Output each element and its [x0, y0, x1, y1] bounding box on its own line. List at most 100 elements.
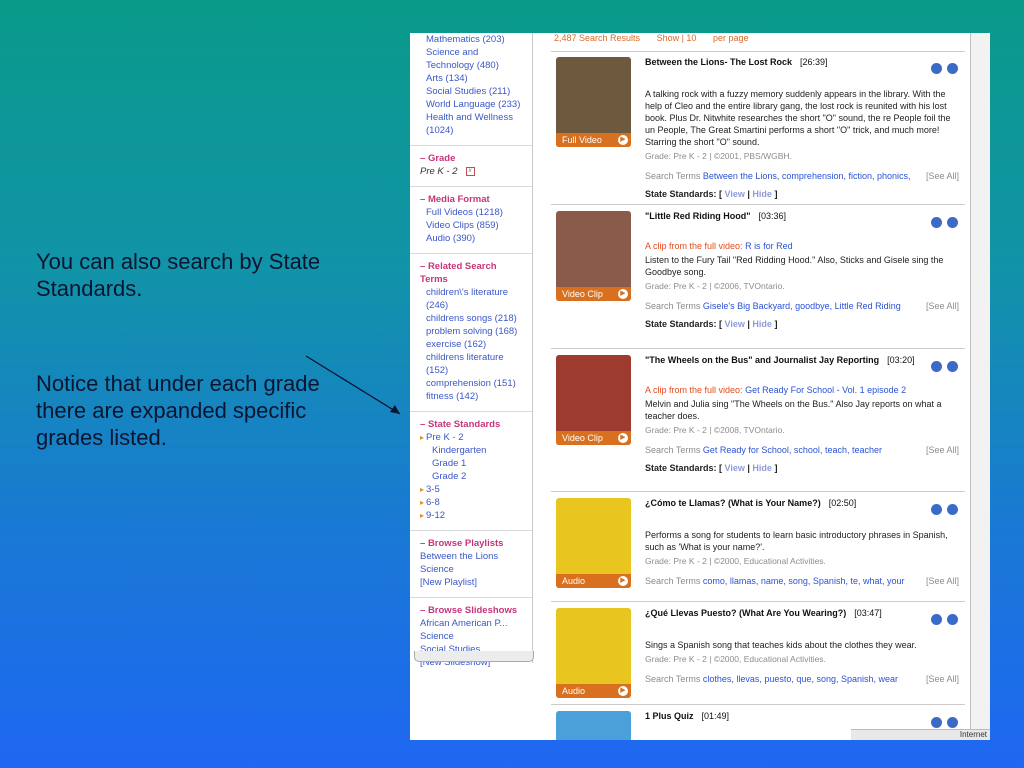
add-to-playlist-icon[interactable]: [931, 361, 942, 372]
result-title[interactable]: ¿Qué Llevas Puesto? (What Are You Wearin…: [645, 607, 959, 619]
result-title[interactable]: "Little Red Riding Hood" [03:36]: [645, 210, 959, 222]
subject-link[interactable]: Health and Wellness (1024): [420, 111, 526, 137]
hide-standards-link[interactable]: Hide: [752, 189, 772, 199]
standard-sub-link[interactable]: Grade 1: [420, 457, 526, 470]
search-terms: Search Terms Get Ready for School, schoo…: [645, 444, 959, 456]
media-section-title[interactable]: – Media Format: [420, 193, 526, 206]
play-icon[interactable]: ▶: [618, 576, 628, 586]
add-to-playlist-icon[interactable]: [931, 217, 942, 228]
view-standards-link[interactable]: View: [725, 319, 745, 329]
result-title[interactable]: Between the Lions- The Lost Rock [26:39]: [645, 56, 959, 68]
play-icon[interactable]: ▶: [618, 686, 628, 696]
result-body: Between the Lions- The Lost Rock [26:39] A…: [645, 56, 959, 200]
triangle-icon: ▸: [420, 433, 425, 442]
view-standards-link[interactable]: View: [725, 189, 745, 199]
add-to-slideshow-icon[interactable]: [947, 217, 958, 228]
standard-link[interactable]: ▸ 9-12: [420, 509, 526, 522]
subject-link[interactable]: Social Studies (211): [420, 85, 526, 98]
result-description: Sings a Spanish song that teaches kids a…: [645, 640, 917, 650]
add-to-playlist-icon[interactable]: [931, 504, 942, 515]
add-to-playlist-icon[interactable]: [931, 717, 942, 728]
related-term-link[interactable]: exercise (162): [420, 338, 526, 351]
result-thumbnail[interactable]: Video Clip ▶: [556, 355, 631, 445]
see-all-link[interactable]: [See All]: [926, 170, 959, 182]
hide-standards-link[interactable]: Hide: [752, 319, 772, 329]
standard-link[interactable]: ▸ 3-5: [420, 483, 526, 496]
result-thumbnail[interactable]: Sing a Sum...▶: [556, 711, 631, 740]
result-thumbnail[interactable]: Video Clip ▶: [556, 211, 631, 301]
subject-link[interactable]: Science and Technology (480): [420, 46, 526, 72]
add-to-slideshow-icon[interactable]: [947, 63, 958, 74]
selected-grade: Pre K - 2x: [420, 165, 526, 178]
see-all-link[interactable]: [See All]: [926, 300, 959, 312]
result-description: A talking rock with a fuzzy memory sudde…: [645, 89, 951, 147]
media-link[interactable]: Video Clips (859): [420, 219, 526, 232]
standard-sub-link[interactable]: Kindergarten: [420, 444, 526, 457]
result-title[interactable]: ¿Cómo te Llamas? (What is Your Name?) [02…: [645, 497, 959, 509]
add-to-slideshow-icon[interactable]: [947, 614, 958, 625]
see-all-link[interactable]: [See All]: [926, 575, 959, 587]
related-term-link[interactable]: comprehension (151): [420, 377, 526, 390]
related-term-link[interactable]: problem solving (168): [420, 325, 526, 338]
standard-sub-link[interactable]: Grade 2: [420, 470, 526, 483]
add-to-playlist-icon[interactable]: [931, 614, 942, 625]
clip-source-link[interactable]: Get Ready For School - Vol. 1 episode 2: [745, 385, 906, 395]
per-page-select[interactable]: Show | 10 per page: [657, 33, 763, 43]
result-thumbnail[interactable]: Audio ▶: [556, 498, 631, 588]
result-description: Performs a song for students to learn ba…: [645, 530, 948, 552]
related-term-link[interactable]: childrens songs (218): [420, 312, 526, 325]
result-title[interactable]: "The Wheels on the Bus" and Journalist J…: [645, 354, 959, 366]
see-all-link[interactable]: [See All]: [926, 444, 959, 456]
result-thumbnail[interactable]: Audio ▶: [556, 608, 631, 698]
playlist-link[interactable]: [New Playlist]: [420, 576, 526, 589]
related-term-link[interactable]: children\'s literature (246): [420, 286, 526, 312]
search-terms-links[interactable]: como, llamas, name, song, Spanish, te, w…: [703, 576, 905, 586]
result-meta: Grade: Pre K - 2 | ©2006, TVOntario.: [645, 281, 785, 291]
playlists-section-title[interactable]: – Browse Playlists: [420, 537, 526, 550]
play-icon[interactable]: ▶: [618, 289, 628, 299]
related-term-link[interactable]: fitness (142): [420, 390, 526, 403]
related-term-link[interactable]: childrens literature (152): [420, 351, 526, 377]
media-link[interactable]: Audio (390): [420, 232, 526, 245]
clip-source-link[interactable]: R is for Red: [745, 241, 793, 251]
grade-section-title[interactable]: – Grade: [420, 152, 526, 165]
subject-link[interactable]: Arts (134): [420, 72, 526, 85]
search-terms-links[interactable]: clothes, llevas, puesto, que, song, Span…: [703, 674, 898, 684]
play-icon[interactable]: ▶: [618, 135, 628, 145]
see-all-link[interactable]: [See All]: [926, 673, 959, 685]
standard-prek-link[interactable]: ▸ Pre K - 2: [420, 431, 526, 444]
result-thumbnail[interactable]: Full Video ▶: [556, 57, 631, 147]
subject-link[interactable]: Mathematics (203): [420, 33, 526, 46]
media-link[interactable]: Full Videos (1218): [420, 206, 526, 219]
scrollbar[interactable]: [970, 33, 990, 740]
play-icon[interactable]: ▶: [618, 433, 628, 443]
result-title[interactable]: 1 Plus Quiz [01:49]: [645, 710, 959, 722]
search-terms-links[interactable]: Between the Lions, comprehension, fictio…: [703, 171, 911, 181]
search-terms: Search Terms clothes, llevas, puesto, qu…: [645, 673, 959, 685]
triangle-icon: ▸: [420, 511, 425, 520]
add-to-slideshow-icon[interactable]: [947, 504, 958, 515]
hide-standards-link[interactable]: Hide: [752, 463, 772, 473]
subject-link[interactable]: World Language (233): [420, 98, 526, 111]
slideshows-section-title[interactable]: – Browse Slideshows: [420, 604, 526, 617]
search-terms-links[interactable]: Gisele's Big Backyard, goodbye, Little R…: [703, 301, 901, 311]
add-to-slideshow-icon[interactable]: [947, 717, 958, 728]
slideshow-link[interactable]: Science: [420, 630, 526, 643]
playlist-link[interactable]: Science: [420, 563, 526, 576]
view-standards-link[interactable]: View: [725, 463, 745, 473]
media-type-badge: Audio ▶: [556, 574, 631, 588]
playlist-link[interactable]: Between the Lions: [420, 550, 526, 563]
add-to-playlist-icon[interactable]: [931, 63, 942, 74]
result-meta: Grade: Pre K - 2 | ©2000, Educational Ac…: [645, 556, 826, 566]
search-terms-links[interactable]: Get Ready for School, school, teach, tea…: [703, 445, 882, 455]
standard-link[interactable]: ▸ 6-8: [420, 496, 526, 509]
standards-section-title[interactable]: – State Standards: [420, 418, 526, 431]
slideshow-link[interactable]: African American P...: [420, 617, 526, 630]
pointer-arrow: [305, 355, 401, 415]
remove-filter-icon[interactable]: x: [465, 166, 475, 176]
add-to-slideshow-icon[interactable]: [947, 361, 958, 372]
related-section-title[interactable]: – Related Search Terms: [420, 260, 526, 286]
result-meta: Grade: Pre K - 2 | ©2008, TVOntario.: [645, 425, 785, 435]
result-item: Full Video ▶ Between the Lions- The Lost R…: [551, 51, 965, 205]
result-body: "Little Red Riding Hood" [03:36] A clip fr…: [645, 210, 959, 330]
